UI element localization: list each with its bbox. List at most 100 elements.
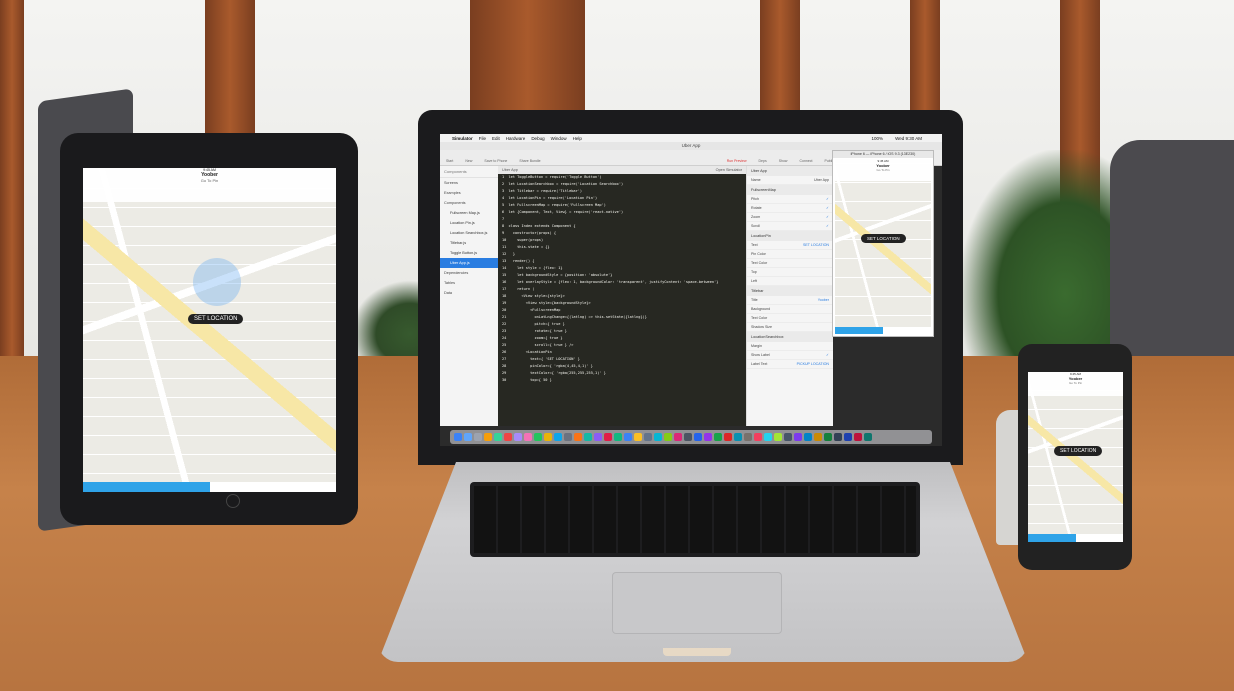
code-line[interactable]: 6 let {Component, Text, View} = require(… (498, 209, 746, 216)
dock-app-icon[interactable] (464, 433, 472, 441)
set-location-pin[interactable]: SET LOCATION (861, 234, 906, 243)
sidebar-item[interactable]: Components (440, 198, 498, 208)
map[interactable] (1028, 372, 1123, 542)
code-line[interactable]: 3 let Titlebar = require('Titlebar') (498, 188, 746, 195)
toolbar-connect[interactable]: Connect (799, 159, 812, 163)
inspector-value[interactable]: ✓ (826, 215, 829, 219)
sidebar-item[interactable]: Location Searchbox.js (440, 228, 498, 238)
sidebar-item[interactable]: Location Pin.js (440, 218, 498, 228)
sidebar-item[interactable]: Uber App.js (440, 258, 498, 268)
dock-app-icon[interactable] (514, 433, 522, 441)
sidebar-item[interactable]: Toggle Button.js (440, 248, 498, 258)
dock-app-icon[interactable] (534, 433, 542, 441)
keyboard[interactable] (470, 482, 920, 557)
dock-app-icon[interactable] (674, 433, 682, 441)
menu-edit[interactable]: Edit (492, 136, 500, 141)
inspector-row[interactable]: Top (747, 268, 833, 277)
code-line[interactable]: 12 } (498, 251, 746, 258)
dock-app-icon[interactable] (524, 433, 532, 441)
menu-file[interactable]: File (479, 136, 486, 141)
primary-button[interactable] (835, 327, 883, 334)
sidebar-item[interactable]: Fullscreen Map.js (440, 208, 498, 218)
dock-app-icon[interactable] (544, 433, 552, 441)
code-lines[interactable]: 1 let ToggleButton = require('Toggle But… (498, 174, 746, 384)
code-line[interactable]: 28 pinColor={ 'rgba(4,45,4,1)' } (498, 363, 746, 370)
dock-app-icon[interactable] (754, 433, 762, 441)
code-line[interactable]: 13 render() { (498, 258, 746, 265)
dock-app-icon[interactable] (834, 433, 842, 441)
inspector-row[interactable]: Scroll ✓ (747, 222, 833, 231)
inspector-section-header[interactable]: LocationSearchbox (747, 332, 833, 342)
dock-app-icon[interactable] (744, 433, 752, 441)
dock-app-icon[interactable] (734, 433, 742, 441)
menu-hardware[interactable]: Hardware (506, 136, 526, 141)
code-line[interactable]: 17 return ( (498, 286, 746, 293)
dock-app-icon[interactable] (764, 433, 772, 441)
code-line[interactable]: 30 top={ 50 } (498, 377, 746, 384)
toolbar-start[interactable]: Start (446, 159, 453, 163)
code-line[interactable]: 20 <FullscreenMap (498, 307, 746, 314)
dock-app-icon[interactable] (864, 433, 872, 441)
inspector-row[interactable]: Text Color (747, 314, 833, 323)
dock-app-icon[interactable] (784, 433, 792, 441)
dock-app-icon[interactable] (614, 433, 622, 441)
dock-app-icon[interactable] (484, 433, 492, 441)
dock-app-icon[interactable] (794, 433, 802, 441)
tab-uber-app[interactable]: Uber App (502, 166, 518, 174)
ipad-home-button[interactable] (226, 494, 240, 508)
menu-window[interactable]: Window (551, 136, 567, 141)
code-editor[interactable]: Uber App Open Simulator 1 let ToggleButt… (498, 166, 746, 426)
dock-app-icon[interactable] (634, 433, 642, 441)
code-line[interactable]: 19 <View style={backgroundStyle}> (498, 300, 746, 307)
inspector-section-header[interactable]: FullscreenMap (747, 185, 833, 195)
inspector-row[interactable]: Left (747, 277, 833, 286)
dock-app-icon[interactable] (714, 433, 722, 441)
menu-simulator[interactable]: Simulator (452, 136, 473, 141)
code-line[interactable]: 27 text={ 'SET LOCATION' } (498, 356, 746, 363)
go-to-pin-link[interactable]: Go To Pin (1028, 381, 1123, 385)
map[interactable] (835, 159, 931, 334)
sidebar-item[interactable]: Titlebar.js (440, 238, 498, 248)
menu-debug[interactable]: Debug (531, 136, 544, 141)
secondary-button[interactable] (209, 482, 336, 492)
code-line[interactable]: 22 pitch={ true } (498, 321, 746, 328)
inspector-row[interactable]: Shadow Size (747, 323, 833, 332)
code-line[interactable]: 10 super(props) (498, 237, 746, 244)
sidebar-item[interactable]: Screens (440, 178, 498, 188)
dock-app-icon[interactable] (504, 433, 512, 441)
inspector-value[interactable]: ✓ (826, 206, 829, 210)
dock-app-icon[interactable] (494, 433, 502, 441)
inspector-value[interactable]: PICKUP LOCATION (797, 362, 829, 366)
dock-app-icon[interactable] (604, 433, 612, 441)
dock-app-icon[interactable] (664, 433, 672, 441)
toolbar-deps[interactable]: Deps (759, 159, 767, 163)
dock-app-icon[interactable] (654, 433, 662, 441)
inspector-section-header[interactable]: LocationPin (747, 231, 833, 241)
trackpad[interactable] (612, 572, 782, 634)
code-line[interactable]: 4 let LocationPin = require('Location Pi… (498, 195, 746, 202)
dock-app-icon[interactable] (474, 433, 482, 441)
inspector-row[interactable]: Name Uber App (747, 176, 833, 185)
dock-app-icon[interactable] (694, 433, 702, 441)
code-line[interactable]: 29 textColor={ 'rgba(255,255,255,1)' } (498, 370, 746, 377)
dock-app-icon[interactable] (624, 433, 632, 441)
code-line[interactable]: 25 scroll={ true } /> (498, 342, 746, 349)
inspector-section-header[interactable]: Titlebar (747, 286, 833, 296)
code-line[interactable]: 16 let overlayStyle = {flex: 1, backgrou… (498, 279, 746, 286)
code-line[interactable]: 26 <LocationPin (498, 349, 746, 356)
inspector-row[interactable]: Text Color (747, 259, 833, 268)
code-line[interactable]: 2 let LocationSearchbox = require('Locat… (498, 181, 746, 188)
dock-app-icon[interactable] (704, 433, 712, 441)
dock-app-icon[interactable] (724, 433, 732, 441)
dock-app-icon[interactable] (774, 433, 782, 441)
inspector-value[interactable]: Uber App (814, 178, 829, 182)
inspector-row[interactable]: Show Label ✓ (747, 351, 833, 360)
code-line[interactable]: 21 onLatLngChange={(latlng) => this.setS… (498, 314, 746, 321)
set-location-pin[interactable]: SET LOCATION (1054, 446, 1103, 456)
code-line[interactable]: 11 this.state = {} (498, 244, 746, 251)
dock-app-icon[interactable] (564, 433, 572, 441)
dock-app-icon[interactable] (554, 433, 562, 441)
code-line[interactable]: 5 let FullscreenMap = require('Fullscree… (498, 202, 746, 209)
toolbar-show[interactable]: Show (779, 159, 788, 163)
code-line[interactable]: 1 let ToggleButton = require('Toggle But… (498, 174, 746, 181)
